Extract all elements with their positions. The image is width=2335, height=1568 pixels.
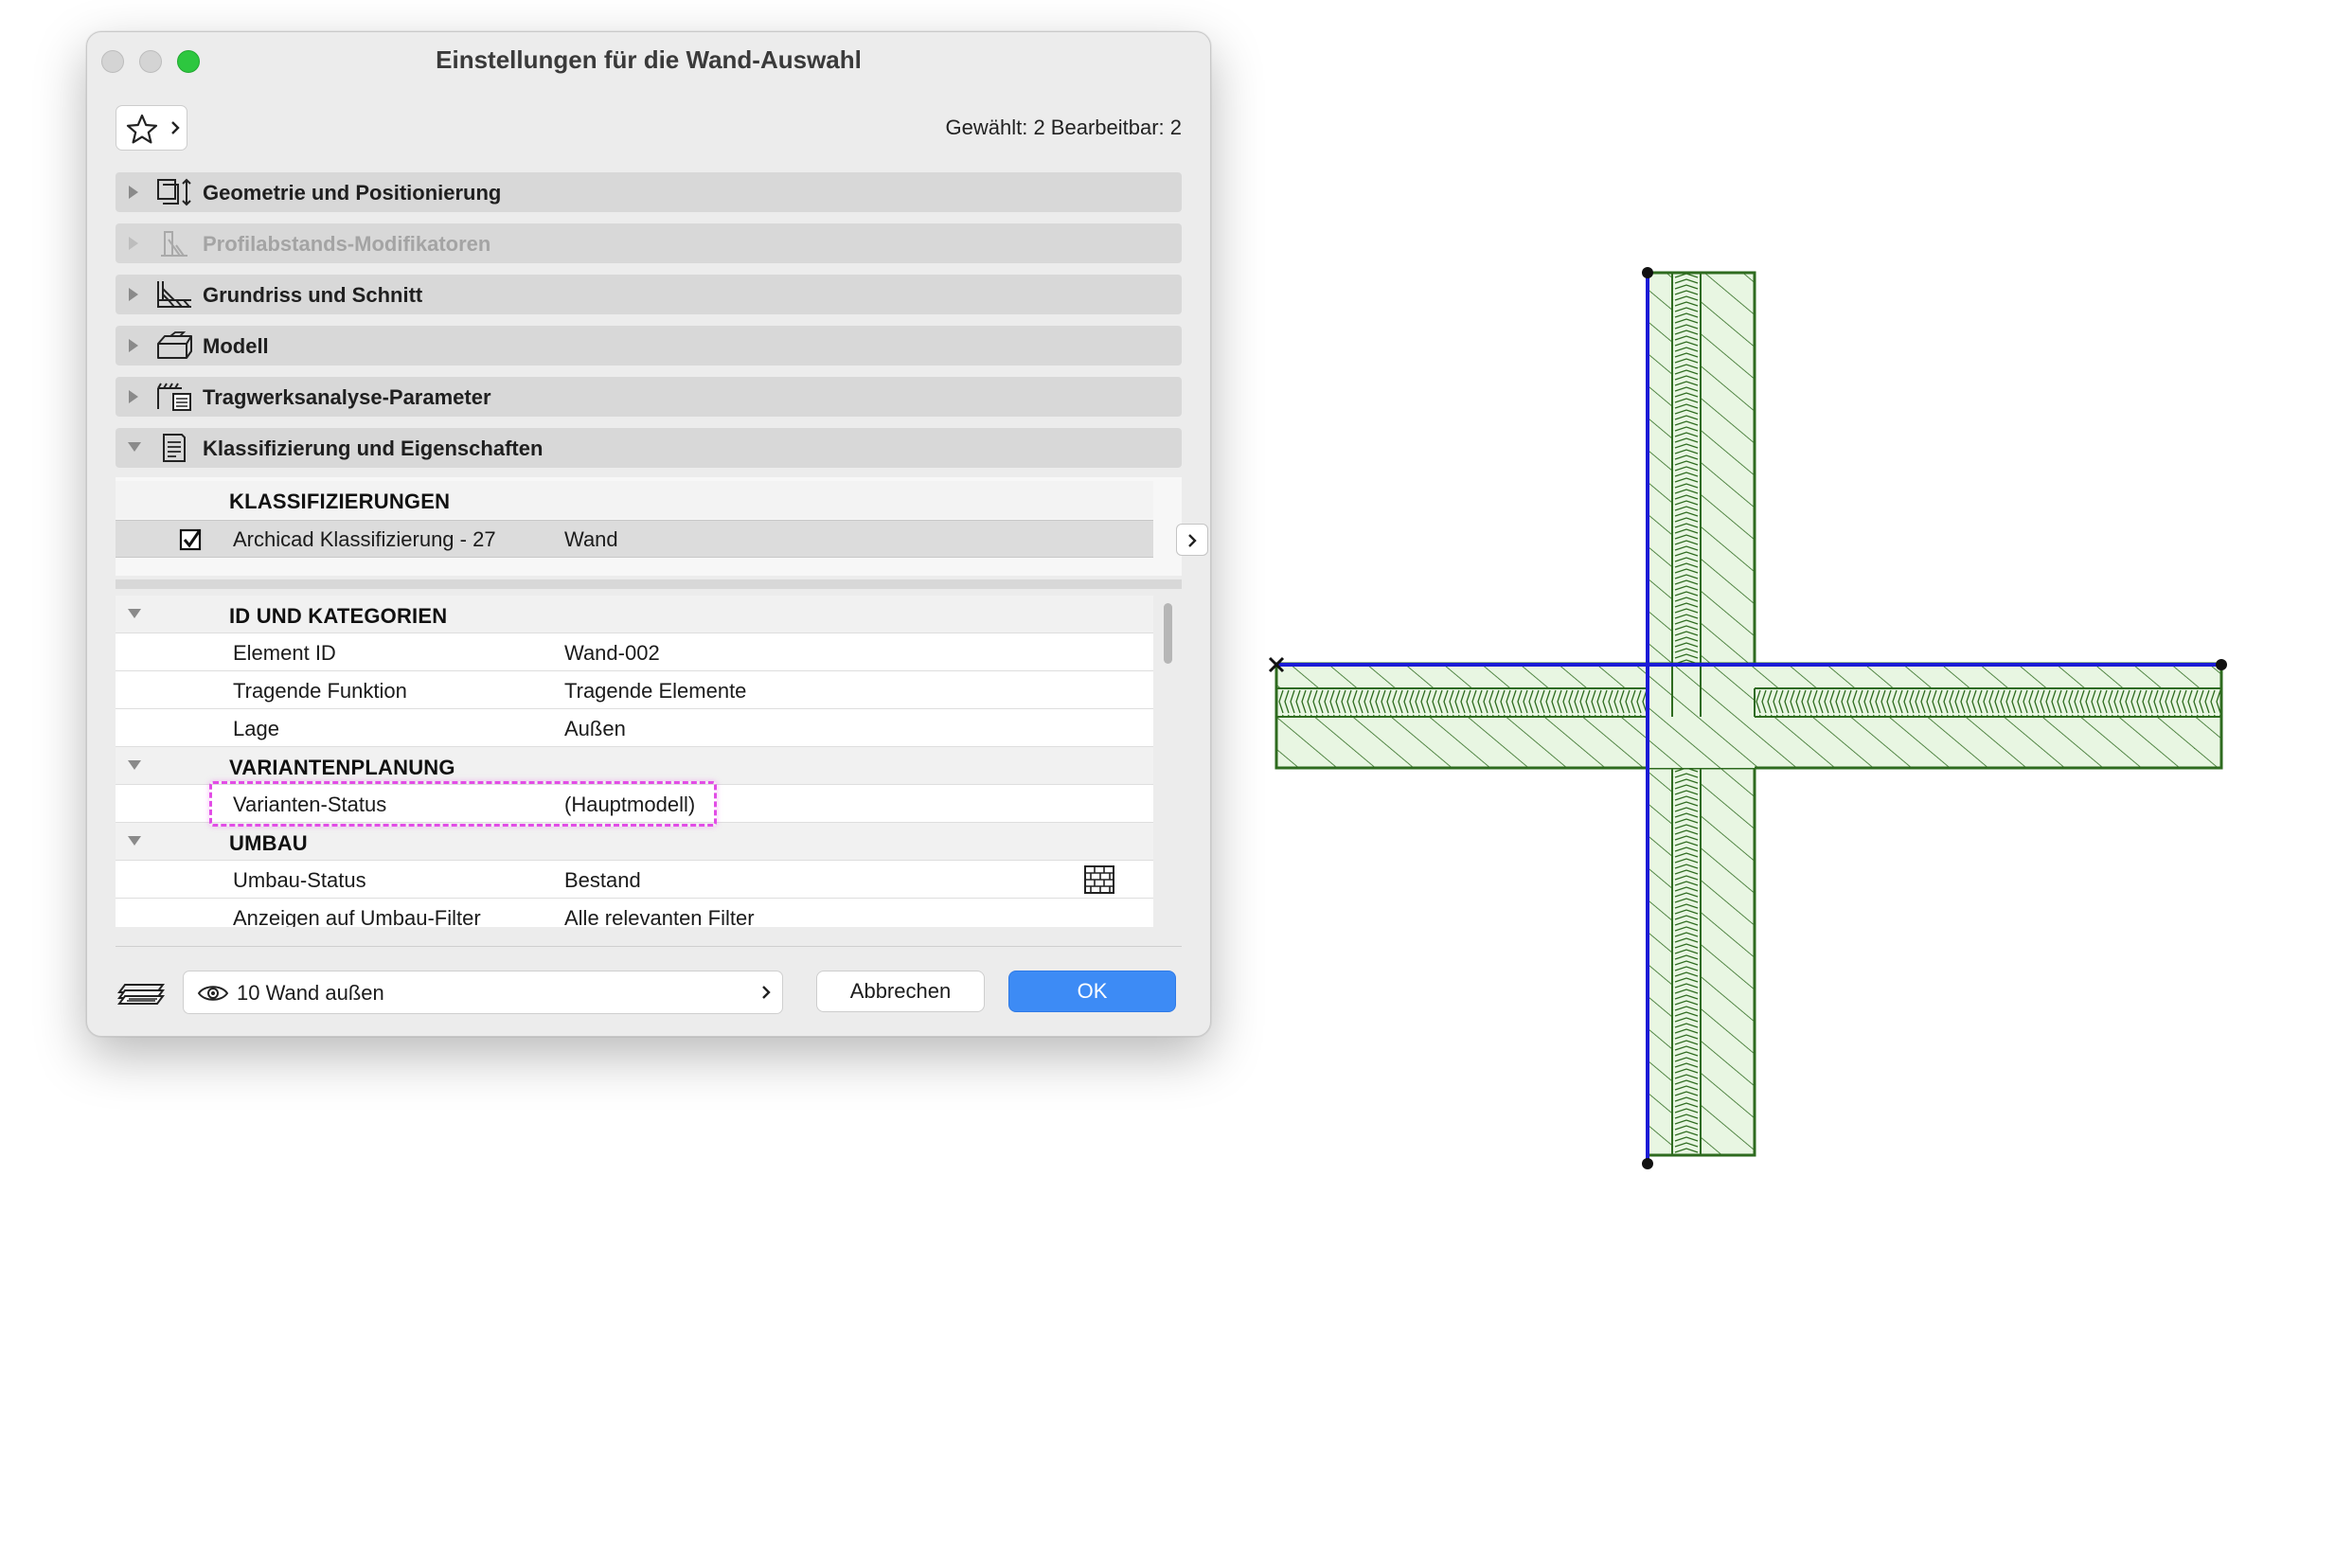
group-title: VARIANTENPLANUNG: [229, 756, 455, 779]
model-icon: [157, 331, 192, 359]
star-icon: [126, 114, 158, 144]
property-name: Element ID: [233, 641, 336, 665]
cancel-button[interactable]: Abbrechen: [816, 971, 985, 1012]
section-label: Grundriss und Schnitt: [203, 283, 423, 307]
property-row[interactable]: Umbau-Status Bestand: [116, 861, 1153, 899]
disclosure-right-icon: [129, 288, 138, 301]
structural-analysis-icon: [157, 383, 191, 411]
profile-modifier-icon: [161, 231, 187, 257]
property-row[interactable]: Element ID Wand-002: [116, 633, 1153, 671]
property-name: Tragende Funktion: [233, 679, 407, 703]
property-value[interactable]: Alle relevanten Filter: [564, 906, 755, 927]
properties-scrollbar[interactable]: [1161, 597, 1174, 925]
panel-divider: [116, 579, 1182, 589]
disclosure-right-icon: [129, 186, 138, 199]
group-title: UMBAU: [229, 831, 308, 855]
section-label: Klassifizierung und Eigenschaften: [203, 437, 544, 460]
highlight-annotation: [209, 781, 717, 827]
classifications-header: KLASSIFIZIERUNGEN: [116, 481, 1153, 519]
group-title: ID UND KATEGORIEN: [229, 604, 448, 628]
section-model[interactable]: Modell: [116, 326, 1182, 365]
scrollbar-thumb[interactable]: [1164, 603, 1172, 664]
chevron-right-icon: [171, 121, 180, 134]
disclosure-down-icon: [128, 836, 141, 846]
footer-separator: [116, 946, 1182, 947]
property-name: Anzeigen auf Umbau-Filter: [233, 906, 481, 927]
disclosure-right-icon: [129, 390, 138, 403]
classifications-title: KLASSIFIZIERUNGEN: [229, 490, 451, 513]
property-name: Lage: [233, 717, 279, 740]
layers-icon: [117, 984, 165, 1005]
section-classification[interactable]: Klassifizierung und Eigenschaften: [116, 428, 1182, 468]
disclosure-down-icon: [128, 760, 141, 770]
disclosure-right-icon: [129, 339, 138, 352]
section-profile-modifiers: Profilabstands-Modifikatoren: [116, 223, 1182, 263]
classification-value: Wand: [564, 527, 618, 551]
property-group-header[interactable]: VARIANTENPLANUNG: [116, 747, 1153, 785]
disclosure-right-icon: [129, 237, 138, 250]
chevron-right-icon: [1188, 534, 1197, 547]
eye-icon: [197, 986, 229, 1001]
section-label: Modell: [203, 334, 269, 358]
section-floor-plan[interactable]: Grundriss und Schnitt: [116, 275, 1182, 314]
checkbox-checked-icon[interactable]: [178, 527, 203, 552]
endpoint-handle[interactable]: [2216, 659, 2227, 670]
wall-junction: [1648, 664, 1756, 768]
section-label: Profilabstands-Modifikatoren: [203, 232, 491, 256]
selection-count: Gewählt: 2 Bearbeitbar: 2: [945, 116, 1182, 139]
window-title: Einstellungen für die Wand-Auswahl: [436, 45, 862, 74]
ok-button[interactable]: OK: [1008, 971, 1176, 1012]
classification-picker-button[interactable]: [1176, 524, 1208, 556]
wall-plan-drawing: [1268, 267, 2227, 1169]
layer-selector[interactable]: 10 Wand außen: [183, 971, 783, 1014]
section-geometry[interactable]: Geometrie und Positionierung: [116, 172, 1182, 212]
property-group-header[interactable]: UMBAU: [116, 823, 1153, 861]
floor-plan-icon: [157, 281, 191, 308]
geometry-icon: [157, 178, 191, 206]
property-group-header[interactable]: ID UND KATEGORIEN: [116, 596, 1153, 633]
endpoint-handle[interactable]: [1642, 267, 1653, 278]
wall-settings-dialog: Einstellungen für die Wand-Auswahl Gewäh…: [86, 31, 1211, 1037]
disclosure-down-icon: [128, 442, 141, 452]
property-value[interactable]: Außen: [564, 717, 626, 741]
classification-row[interactable]: Archicad Klassifizierung - 27 Wand: [116, 520, 1153, 558]
property-value[interactable]: Wand-002: [564, 641, 660, 666]
classification-icon: [163, 434, 186, 462]
section-label: Geometrie und Positionierung: [203, 181, 502, 205]
chevron-right-icon: [762, 986, 771, 999]
property-row[interactable]: Anzeigen auf Umbau-Filter Alle relevante…: [116, 899, 1153, 927]
disclosure-down-icon: [128, 609, 141, 618]
property-row[interactable]: Lage Außen: [116, 709, 1153, 747]
properties-table: ID UND KATEGORIEN Element ID Wand-002 Tr…: [116, 596, 1153, 927]
title-bar: Einstellungen für die Wand-Auswahl: [87, 32, 1210, 87]
classification-system: Archicad Klassifizierung - 27: [233, 527, 496, 551]
layer-name: 10 Wand außen: [237, 981, 384, 1005]
favorites-button[interactable]: [116, 105, 187, 151]
property-row[interactable]: Tragende Funktion Tragende Elemente: [116, 671, 1153, 709]
section-structural-analysis[interactable]: Tragwerksanalyse-Parameter: [116, 377, 1182, 417]
brick-wall-icon[interactable]: [1083, 864, 1115, 895]
property-value[interactable]: Tragende Elemente: [564, 679, 746, 704]
section-label: Tragwerksanalyse-Parameter: [203, 385, 491, 409]
endpoint-handle[interactable]: [1642, 1158, 1653, 1169]
property-name: Umbau-Status: [233, 868, 366, 892]
property-value[interactable]: Bestand: [564, 868, 641, 893]
